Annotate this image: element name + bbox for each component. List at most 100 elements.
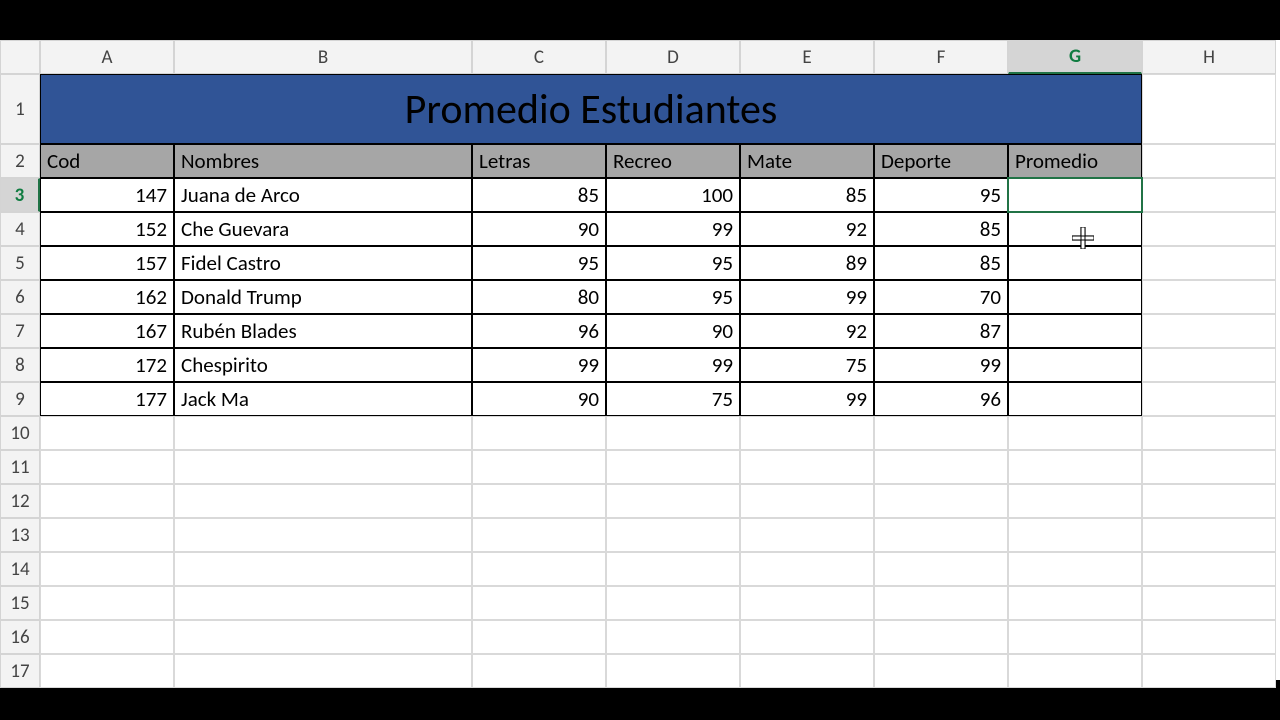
cell-C5[interactable]: 95 — [472, 246, 606, 280]
cell-C17[interactable] — [472, 654, 606, 688]
cell-H9[interactable] — [1142, 382, 1276, 416]
cell-E13[interactable] — [740, 518, 874, 552]
cell-G9[interactable] — [1008, 382, 1142, 416]
column-header-B[interactable]: B — [174, 40, 472, 74]
cell-C15[interactable] — [472, 586, 606, 620]
cell-A13[interactable] — [40, 518, 174, 552]
cell-F8[interactable]: 99 — [874, 348, 1008, 382]
column-header-H[interactable]: H — [1142, 40, 1276, 74]
row-header-4[interactable]: 4 — [0, 212, 40, 246]
cell-H13[interactable] — [1142, 518, 1276, 552]
row-header-5[interactable]: 5 — [0, 246, 40, 280]
cell-D15[interactable] — [606, 586, 740, 620]
cell-B4[interactable]: Che Guevara — [174, 212, 472, 246]
cell-D14[interactable] — [606, 552, 740, 586]
row-header-8[interactable]: 8 — [0, 348, 40, 382]
cell-D11[interactable] — [606, 450, 740, 484]
row-header-12[interactable]: 12 — [0, 484, 40, 518]
cell-D7[interactable]: 90 — [606, 314, 740, 348]
cell-F16[interactable] — [874, 620, 1008, 654]
cell-G12[interactable] — [1008, 484, 1142, 518]
cell-A17[interactable] — [40, 654, 174, 688]
cell-B10[interactable] — [174, 416, 472, 450]
cell-H7[interactable] — [1142, 314, 1276, 348]
cell-A14[interactable] — [40, 552, 174, 586]
cell-H1[interactable] — [1142, 74, 1276, 144]
cell-A12[interactable] — [40, 484, 174, 518]
cell-A3[interactable]: 147 — [40, 178, 174, 212]
cell-C14[interactable] — [472, 552, 606, 586]
cell-C13[interactable] — [472, 518, 606, 552]
cell-D10[interactable] — [606, 416, 740, 450]
cell-E5[interactable]: 89 — [740, 246, 874, 280]
cell-C4[interactable]: 90 — [472, 212, 606, 246]
cell-G13[interactable] — [1008, 518, 1142, 552]
cell-E12[interactable] — [740, 484, 874, 518]
cell-E8[interactable]: 75 — [740, 348, 874, 382]
column-header-C[interactable]: C — [472, 40, 606, 74]
cell-D5[interactable]: 95 — [606, 246, 740, 280]
cell-B13[interactable] — [174, 518, 472, 552]
cell-E15[interactable] — [740, 586, 874, 620]
cell-A8[interactable]: 172 — [40, 348, 174, 382]
cell-C10[interactable] — [472, 416, 606, 450]
cell-A6[interactable]: 162 — [40, 280, 174, 314]
cell-A16[interactable] — [40, 620, 174, 654]
cell-B15[interactable] — [174, 586, 472, 620]
cell-C12[interactable] — [472, 484, 606, 518]
cell-E10[interactable] — [740, 416, 874, 450]
cell-H3[interactable] — [1142, 178, 1276, 212]
cell-F5[interactable]: 85 — [874, 246, 1008, 280]
cell-B17[interactable] — [174, 654, 472, 688]
cell-A15[interactable] — [40, 586, 174, 620]
header-deporte[interactable]: Deporte — [874, 144, 1008, 178]
column-header-D[interactable]: D — [606, 40, 740, 74]
cell-H2[interactable] — [1142, 144, 1276, 178]
cell-C8[interactable]: 99 — [472, 348, 606, 382]
cell-B3[interactable]: Juana de Arco — [174, 178, 472, 212]
cell-E3[interactable]: 85 — [740, 178, 874, 212]
cell-H10[interactable] — [1142, 416, 1276, 450]
column-header-A[interactable]: A — [40, 40, 174, 74]
cell-E9[interactable]: 99 — [740, 382, 874, 416]
cell-E17[interactable] — [740, 654, 874, 688]
cell-D13[interactable] — [606, 518, 740, 552]
cell-F13[interactable] — [874, 518, 1008, 552]
cell-F17[interactable] — [874, 654, 1008, 688]
header-letras[interactable]: Letras — [472, 144, 606, 178]
cell-E14[interactable] — [740, 552, 874, 586]
row-header-3[interactable]: 3 — [0, 178, 40, 212]
cell-B11[interactable] — [174, 450, 472, 484]
cell-C16[interactable] — [472, 620, 606, 654]
row-header-7[interactable]: 7 — [0, 314, 40, 348]
cell-E6[interactable]: 99 — [740, 280, 874, 314]
cell-F15[interactable] — [874, 586, 1008, 620]
cell-F3[interactable]: 95 — [874, 178, 1008, 212]
cell-D8[interactable]: 99 — [606, 348, 740, 382]
cell-H17[interactable] — [1142, 654, 1276, 688]
cell-B7[interactable]: Rubén Blades — [174, 314, 472, 348]
cell-G8[interactable] — [1008, 348, 1142, 382]
header-promedio[interactable]: Promedio — [1008, 144, 1142, 178]
cell-G5[interactable] — [1008, 246, 1142, 280]
column-header-G[interactable]: G — [1008, 40, 1142, 74]
row-header-13[interactable]: 13 — [0, 518, 40, 552]
cell-F7[interactable]: 87 — [874, 314, 1008, 348]
cell-G3[interactable] — [1008, 178, 1142, 212]
cell-H8[interactable] — [1142, 348, 1276, 382]
cell-H12[interactable] — [1142, 484, 1276, 518]
cell-A7[interactable]: 167 — [40, 314, 174, 348]
cell-A5[interactable]: 157 — [40, 246, 174, 280]
row-header-15[interactable]: 15 — [0, 586, 40, 620]
cell-G16[interactable] — [1008, 620, 1142, 654]
cell-A4[interactable]: 152 — [40, 212, 174, 246]
row-header-16[interactable]: 16 — [0, 620, 40, 654]
cell-E7[interactable]: 92 — [740, 314, 874, 348]
cell-F6[interactable]: 70 — [874, 280, 1008, 314]
cell-E16[interactable] — [740, 620, 874, 654]
cell-A11[interactable] — [40, 450, 174, 484]
cell-F14[interactable] — [874, 552, 1008, 586]
cell-F4[interactable]: 85 — [874, 212, 1008, 246]
cell-B9[interactable]: Jack Ma — [174, 382, 472, 416]
cell-H4[interactable] — [1142, 212, 1276, 246]
